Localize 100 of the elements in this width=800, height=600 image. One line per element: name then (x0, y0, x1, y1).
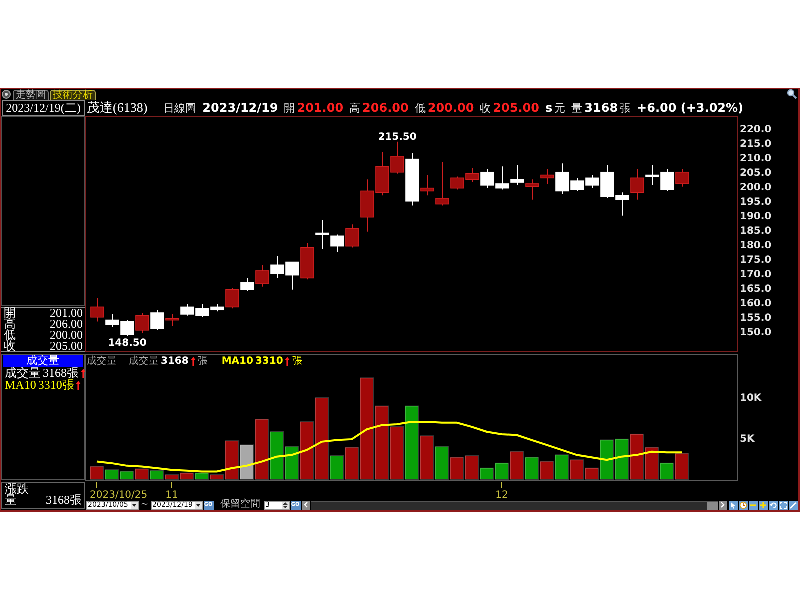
stat-label: 量 (5, 495, 17, 506)
candlestick (510, 164, 524, 186)
quote-value: 200.00 (428, 101, 474, 115)
chart-title: 成交量 (87, 354, 117, 368)
spinner-icon[interactable] (282, 502, 289, 508)
price-value: 205.00 (50, 341, 83, 352)
space-label: 保留空間 (220, 500, 261, 510)
quote-label: 收 (480, 100, 492, 116)
legend-value: 3168 (161, 356, 189, 366)
candlestick (300, 242, 314, 280)
chevron-right-icon (721, 502, 725, 508)
volume-value: 3168 (584, 101, 618, 115)
tab[interactable]: 走勢圖 (13, 90, 49, 100)
date-label: 11 (166, 490, 178, 500)
legend-label: MA10 (222, 356, 254, 366)
quote-label: 開 (284, 100, 296, 116)
axis-label: 180.0 (740, 240, 772, 252)
axis-tick (96, 482, 98, 488)
summary-title: 漲跌 (5, 484, 29, 495)
date-label: 12 (496, 490, 508, 500)
legend-value: 3310 (255, 356, 284, 366)
axis-label: 170.0 (740, 269, 772, 280)
volume-label: 量 (572, 100, 583, 116)
volume-bar (135, 468, 149, 480)
tab[interactable]: 技術分析 (50, 90, 96, 100)
quote-value: 205.00 (493, 101, 540, 115)
chart-period: 日線圖 (164, 100, 197, 116)
candlestick (136, 312, 150, 334)
price-value: 206.00 (50, 319, 83, 330)
axis-label: 160.0 (740, 298, 772, 310)
cursor-icon[interactable] (729, 500, 738, 510)
axis-label: 215.0 (740, 138, 772, 150)
stat-value: 3168張 (43, 368, 79, 378)
currency-label: 元 (554, 100, 566, 116)
undo-icon[interactable] (769, 500, 778, 510)
caret-icon (194, 502, 202, 508)
volume-bar (525, 457, 539, 480)
axis-label: 210.0 (740, 153, 772, 164)
candlestick (676, 168, 690, 188)
candlestick (180, 304, 194, 316)
axis-label: 190.0 (740, 211, 772, 222)
axis-label: 175.0 (740, 254, 772, 266)
expand-icon[interactable] (779, 500, 788, 510)
high-price-label: 215.50 (378, 132, 417, 143)
caret-icon (131, 502, 138, 508)
low-price-label: 148.50 (108, 338, 147, 350)
quote-date: 2023/12/19 (202, 101, 278, 115)
volume-bar (90, 466, 104, 480)
candlestick (496, 166, 510, 190)
candlestick (120, 320, 134, 337)
stat-value: 3168張 (46, 495, 82, 506)
axis-label: 5K (740, 434, 755, 446)
chevron-left-icon (304, 502, 308, 508)
unit-label: 張 (198, 355, 208, 368)
volume-bar (120, 471, 134, 480)
search-icon[interactable] (787, 89, 797, 99)
price-label: 高 (4, 319, 16, 330)
candlestick (270, 256, 284, 279)
price-change: +6.00 (+3.02%) (637, 101, 744, 115)
axis-label: 150.0 (740, 327, 772, 338)
volume-bar (105, 470, 119, 480)
volume-bar (390, 426, 404, 480)
date-display: 2023/12/19(二) (2, 100, 85, 116)
stat-label: MA10 (5, 380, 36, 390)
volume-bar (540, 461, 554, 480)
quote-value: 206.00 (362, 101, 409, 115)
scroll-left-button[interactable] (302, 500, 310, 510)
quote-label: 低 (414, 100, 426, 116)
price-label: 低 (4, 330, 16, 341)
quote-label: 高 (350, 100, 361, 116)
stat-value: 3310張 (38, 380, 74, 390)
scrollbar-thumb[interactable] (707, 502, 718, 510)
price-label: 開 (4, 308, 16, 319)
stock-name: 茂達(6138) (87, 100, 148, 117)
legend-label: 成交量 (129, 354, 159, 368)
volume-bar (555, 454, 569, 480)
axis-label: 10K (740, 392, 762, 404)
price-value: 200.00 (50, 330, 83, 341)
unit-label: 張 (292, 355, 302, 368)
axis-label: 195.0 (740, 196, 772, 208)
clock-icon[interactable] (739, 500, 748, 510)
candlestick (466, 168, 480, 184)
dot-circle-icon[interactable] (2, 90, 11, 99)
quote-value: 201.00 (297, 101, 344, 115)
date-label: 2023/10/25 (90, 490, 148, 500)
axis-label: 185.0 (740, 226, 772, 237)
stat-label: 成交量 (5, 368, 41, 378)
candlestick (480, 168, 494, 189)
price-value: 201.00 (50, 308, 83, 319)
plus-icon[interactable] (759, 500, 768, 510)
minus-icon[interactable] (749, 500, 758, 510)
axis-label: 200.0 (740, 182, 772, 194)
range-separator: ~ (140, 500, 150, 510)
axis-label: 165.0 (740, 284, 772, 295)
candlestick (286, 262, 300, 290)
scroll-right-button[interactable] (719, 500, 727, 510)
volume-bar (615, 438, 629, 480)
axis-label: 205.0 (740, 168, 772, 179)
pen-icon[interactable] (789, 500, 798, 510)
volume-bar (630, 434, 644, 480)
